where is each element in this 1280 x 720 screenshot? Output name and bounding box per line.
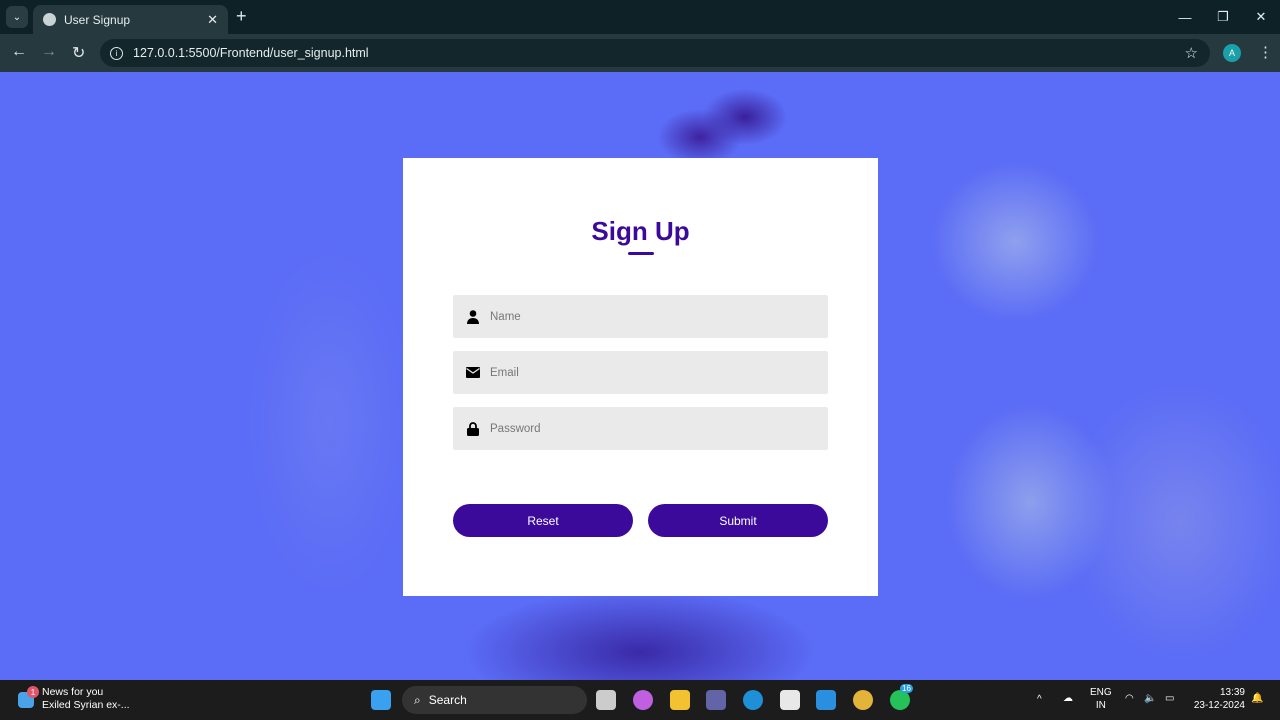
tab-strip: ⌄ User Signup ✕ + — ❐ ✕ [0, 0, 1280, 34]
profile-avatar[interactable]: A [1223, 44, 1241, 62]
user-icon [466, 309, 480, 324]
password-field[interactable] [453, 407, 828, 450]
chrome-icon[interactable] [853, 690, 873, 710]
volume-icon[interactable]: 🔈 [1144, 692, 1156, 705]
language-indicator[interactable]: ENG IN [1090, 686, 1112, 712]
site-info-icon[interactable]: i [110, 46, 123, 60]
envelope-icon [466, 366, 480, 380]
name-field[interactable] [453, 295, 828, 338]
lock-icon [466, 421, 480, 436]
signup-card: Sign Up Reset Submit [403, 158, 878, 596]
back-icon[interactable]: ← [11, 43, 27, 61]
email-input[interactable] [490, 366, 810, 379]
tab-search-dropdown[interactable]: ⌄ [6, 6, 28, 28]
browser-tab[interactable]: User Signup ✕ [33, 5, 228, 34]
submit-button[interactable]: Submit [648, 504, 828, 537]
taskbar-search[interactable]: ⌕ Search [402, 686, 587, 714]
date: 23-12-2024 [1193, 700, 1245, 711]
url-text[interactable]: 127.0.0.1:5500/Frontend/user_signup.html [133, 46, 369, 60]
name-input[interactable] [490, 310, 810, 323]
title-underline [628, 252, 654, 255]
restore-button[interactable]: ❐ [1204, 0, 1242, 34]
vscode-icon[interactable] [816, 690, 836, 710]
globe-icon [43, 13, 56, 26]
task-view-icon[interactable] [596, 690, 616, 710]
close-tab-icon[interactable]: ✕ [207, 12, 218, 28]
minimize-button[interactable]: — [1166, 0, 1204, 34]
wifi-icon[interactable]: ◠ [1125, 692, 1134, 705]
new-tab-button[interactable]: + [236, 6, 247, 27]
news-title: News for you [42, 686, 104, 698]
news-badge: 1 [27, 686, 39, 698]
clock[interactable]: 13:39 23-12-2024 [1190, 686, 1245, 712]
teams-icon[interactable] [706, 690, 726, 710]
news-subtitle: Exiled Syrian ex-... [42, 699, 130, 711]
page-background: Sign Up Reset Submit [0, 72, 1280, 680]
search-icon: ⌕ [414, 692, 421, 707]
lang-top: ENG [1090, 687, 1112, 698]
battery-icon[interactable]: ▭ [1165, 692, 1174, 705]
bookmark-star-icon[interactable]: ☆ [1185, 44, 1198, 62]
email-field[interactable] [453, 351, 828, 394]
password-input[interactable] [490, 422, 810, 435]
whatsapp-icon[interactable]: 16 [890, 684, 913, 710]
lang-bottom: IN [1095, 700, 1106, 711]
microsoft-store-icon[interactable] [780, 690, 800, 710]
windows-start-icon[interactable] [371, 690, 391, 710]
reload-icon[interactable]: ↻ [72, 43, 85, 63]
page-title: Sign Up [591, 216, 690, 246]
news-icon: 1 [18, 686, 39, 708]
address-bar[interactable]: i 127.0.0.1:5500/Frontend/user_signup.ht… [100, 39, 1210, 67]
browser-toolbar: ← → ↻ i 127.0.0.1:5500/Frontend/user_sig… [0, 34, 1280, 72]
time: 13:39 [1219, 687, 1245, 698]
news-widget[interactable]: 1 News for you Exiled Syrian ex-... [18, 686, 130, 712]
tab-title: User Signup [64, 12, 131, 27]
whatsapp-badge: 16 [900, 684, 913, 693]
copilot-icon[interactable] [633, 690, 653, 710]
reset-button[interactable]: Reset [453, 504, 633, 537]
taskbar: 1 News for you Exiled Syrian ex-... ⌕ Se… [0, 680, 1280, 720]
search-label: Search [428, 693, 467, 707]
forward-icon[interactable]: → [41, 43, 57, 61]
more-menu-icon[interactable]: ⋮ [1258, 43, 1273, 61]
show-hidden-icons[interactable]: ^ [1037, 693, 1042, 706]
onedrive-icon[interactable]: ☁ [1063, 692, 1073, 705]
file-explorer-icon[interactable] [670, 690, 690, 710]
edge-icon[interactable] [743, 690, 763, 710]
close-window-button[interactable]: ✕ [1242, 0, 1280, 34]
notification-bell-icon[interactable]: 🔔 [1251, 692, 1263, 705]
